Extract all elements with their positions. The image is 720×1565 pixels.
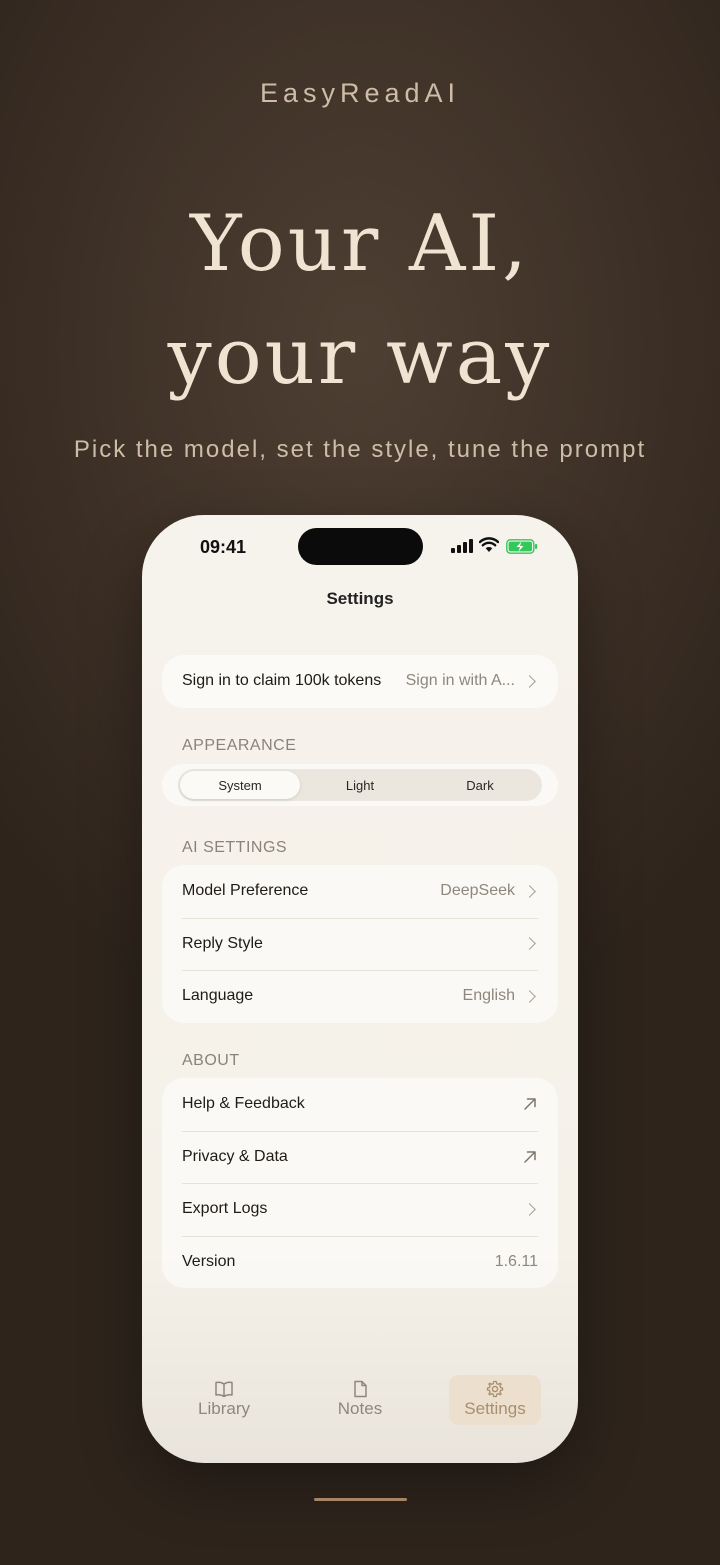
cellular-signal-icon xyxy=(451,539,473,553)
appearance-option-light[interactable]: Light xyxy=(300,771,420,799)
about-card: Help & Feedback Privacy & Data Export Lo… xyxy=(162,1078,558,1288)
dynamic-island xyxy=(298,528,423,565)
privacy-data-row[interactable]: Privacy & Data xyxy=(162,1130,558,1184)
wifi-icon xyxy=(479,537,499,552)
version-row: Version 1.6.11 xyxy=(162,1235,558,1289)
chevron-right-icon xyxy=(523,937,536,951)
document-icon xyxy=(354,1380,367,1398)
language-value: English xyxy=(462,987,515,1005)
battery-charging-icon xyxy=(506,539,538,554)
external-link-icon xyxy=(524,1151,536,1163)
appearance-option-dark[interactable]: Dark xyxy=(420,771,540,799)
language-row[interactable]: Language English xyxy=(162,970,558,1023)
headline-line-1: Your AI, xyxy=(190,199,530,289)
tab-library-label: Library xyxy=(198,1399,250,1418)
status-bar: 09:41 xyxy=(142,515,578,575)
nav-title: Settings xyxy=(326,589,394,608)
signin-label: Sign in to claim 100k tokens xyxy=(182,672,382,690)
model-preference-row[interactable]: Model Preference DeepSeek xyxy=(162,865,558,918)
export-logs-row[interactable]: Export Logs xyxy=(162,1183,558,1236)
reply-style-label: Reply Style xyxy=(182,934,263,952)
privacy-data-label: Privacy & Data xyxy=(182,1147,288,1165)
tab-notes-label: Notes xyxy=(337,1399,383,1418)
subtitle: Pick the model, set the style, tune the … xyxy=(73,436,647,463)
tab-bar: Library Notes Settings xyxy=(142,1375,578,1431)
model-preference-value: DeepSeek xyxy=(440,882,515,900)
external-link-icon xyxy=(524,1098,536,1110)
help-feedback-row[interactable]: Help & Feedback xyxy=(162,1078,558,1131)
signin-value: Sign in with A... xyxy=(405,672,515,690)
about-header: ABOUT xyxy=(182,1052,240,1069)
appearance-option-system[interactable]: System xyxy=(180,771,300,799)
version-label: Version xyxy=(182,1252,236,1270)
book-icon xyxy=(215,1381,233,1398)
reply-style-row[interactable]: Reply Style xyxy=(162,917,558,971)
brand-name: EasyReadAI xyxy=(259,78,461,108)
chevron-right-icon xyxy=(523,884,536,898)
home-indicator xyxy=(314,1498,407,1501)
model-preference-label: Model Preference xyxy=(182,882,309,900)
gear-icon xyxy=(486,1380,504,1398)
signin-card: Sign in to claim 100k tokens Sign in wit… xyxy=(162,655,558,708)
chevron-right-icon xyxy=(523,1202,536,1216)
phone-mockup: 09:41 Settings Sign in to claim 100k tok… xyxy=(142,515,578,1463)
tab-library[interactable]: Library xyxy=(178,1375,270,1425)
appearance-segmented-control: System Light Dark xyxy=(178,769,542,801)
tab-settings[interactable]: Settings xyxy=(449,1375,541,1425)
version-value: 1.6.11 xyxy=(494,1252,538,1270)
headline-line-2: your way xyxy=(167,312,553,402)
chevron-right-icon xyxy=(523,989,536,1003)
chevron-right-icon xyxy=(523,674,536,688)
signin-row[interactable]: Sign in to claim 100k tokens Sign in wit… xyxy=(162,655,558,708)
appearance-header: APPEARANCE xyxy=(182,737,297,754)
export-logs-label: Export Logs xyxy=(182,1200,268,1218)
help-feedback-label: Help & Feedback xyxy=(182,1095,305,1113)
tab-settings-label: Settings xyxy=(464,1399,526,1418)
ai-settings-card: Model Preference DeepSeek Reply Style La… xyxy=(162,865,558,1023)
status-time: 09:41 xyxy=(200,537,247,557)
tab-notes[interactable]: Notes xyxy=(314,1375,406,1425)
language-label: Language xyxy=(182,987,254,1005)
ai-settings-header: AI SETTINGS xyxy=(182,839,288,856)
appearance-control: System Light Dark xyxy=(162,764,558,806)
